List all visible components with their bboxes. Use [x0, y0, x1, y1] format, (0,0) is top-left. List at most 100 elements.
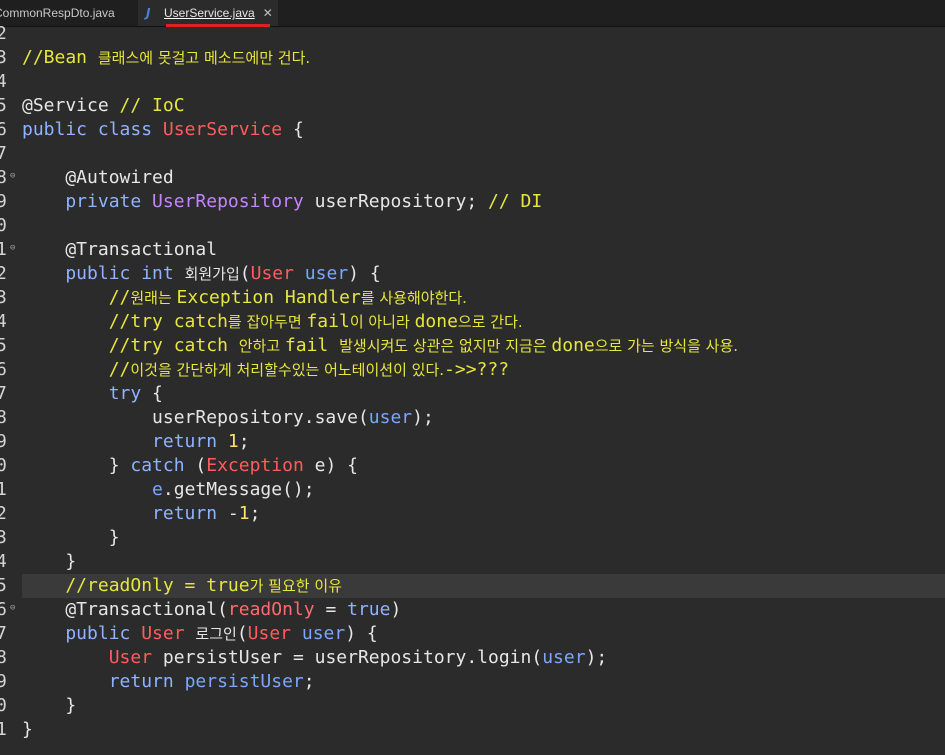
- code-token: }: [22, 551, 77, 572]
- code-text: @Autowired: [22, 166, 174, 190]
- line-number: 5: [0, 95, 7, 116]
- line-number: 9: [0, 671, 7, 692]
- code-line: 6 //이것을 간단하게 처리할수있는 어노테이션이 있다.->>???: [0, 358, 945, 382]
- line-number: 8: [0, 407, 7, 428]
- fold-toggle-icon[interactable]: ⊖: [10, 244, 18, 253]
- code-token: 가 필요한 이유: [249, 577, 342, 595]
- code-token: 를 사용해야한다.: [360, 289, 467, 307]
- code-token: // IoC: [119, 95, 185, 116]
- code-line: 4 }: [0, 550, 945, 574]
- code-line: 3 //Bean 클래스에 못걸고 메소드에만 건다.: [0, 46, 945, 70]
- line-number: 9: [0, 191, 7, 212]
- code-line: 6 public class UserService {: [0, 118, 945, 142]
- line-number: 4: [0, 311, 7, 332]
- code-token: return: [22, 671, 185, 692]
- code-token: //try catch: [22, 311, 228, 332]
- line-number: 3: [0, 287, 7, 308]
- code-token: );: [585, 647, 608, 668]
- code-token: Exception: [206, 455, 304, 476]
- tab-label: UserService.java: [164, 6, 255, 20]
- line-number: 6: [0, 599, 7, 620]
- code-token: 이것을 간단하게 처리할수있는 어노테이션이 있다.: [130, 361, 445, 379]
- code-token: @Transactional: [22, 239, 218, 260]
- code-token: //: [22, 359, 131, 380]
- code-text: public int 회원가입(User user) {: [22, 262, 381, 286]
- code-text: @Transactional(readOnly = true): [22, 598, 401, 622]
- line-number: 4: [0, 551, 7, 572]
- code-token: User: [250, 263, 294, 284]
- code-text: }: [22, 694, 76, 718]
- code-line: 2: [0, 22, 945, 46]
- code-line: 0: [0, 214, 945, 238]
- code-text: try {: [22, 382, 163, 406]
- code-token: // DI: [488, 191, 543, 212]
- code-text: User persistUser = userRepository.login(…: [22, 646, 608, 670]
- code-line: 8 ⊖ @Autowired: [0, 166, 945, 190]
- editor-window: CommonRespDto.java J UserService.java ✕ …: [0, 0, 945, 755]
- code-line: 5 //readOnly = true가 필요한 이유: [0, 574, 945, 598]
- code-token: //try catch: [22, 335, 239, 356]
- fold-toggle-icon[interactable]: ⊖: [10, 604, 18, 613]
- code-text: return -1;: [22, 502, 260, 526]
- code-token: public int: [22, 263, 185, 284]
- code-token: -: [227, 503, 239, 524]
- fold-toggle-icon[interactable]: ⊖: [10, 172, 18, 181]
- line-number: 3: [0, 527, 7, 548]
- code-text: @Transactional: [22, 238, 217, 262]
- code-line: 4 //try catch를 잡아두면 fail이 아니라 done으로 간다.: [0, 310, 945, 334]
- line-number: 2: [0, 503, 7, 524]
- code-token: persistUser: [184, 671, 304, 692]
- code-token: fail: [284, 335, 340, 356]
- code-token: user: [542, 647, 586, 668]
- line-number: 7: [0, 143, 7, 164]
- code-token: 1: [238, 503, 250, 524]
- code-token: user: [368, 407, 413, 428]
- code-token: @Service: [22, 95, 120, 116]
- code-token: private: [22, 191, 153, 212]
- code-line: 1 e.getMessage();: [0, 478, 945, 502]
- code-token: e: [152, 479, 163, 500]
- code-token: user: [291, 623, 346, 644]
- code-token: }: [22, 719, 33, 740]
- close-icon[interactable]: ✕: [263, 7, 273, 19]
- code-text: public class UserService {: [22, 118, 304, 142]
- code-token: 원래는: [130, 289, 177, 307]
- code-token: //readOnly = true: [22, 575, 250, 596]
- code-token: 으로 가는 방식을 사용.: [594, 337, 739, 355]
- code-text: @Service // IoC: [22, 94, 185, 118]
- code-line: 5 @Service // IoC: [0, 94, 945, 118]
- code-text: return 1;: [22, 430, 250, 454]
- code-token: ): [390, 599, 402, 620]
- code-token: UserService: [162, 119, 283, 140]
- code-token: User: [141, 623, 185, 644]
- code-token: user: [293, 263, 349, 284]
- code-token: (: [184, 455, 207, 476]
- code-text: userRepository.save(user);: [22, 406, 434, 430]
- code-token: 1: [227, 431, 239, 452]
- code-token: userRepository;: [303, 191, 488, 212]
- line-number: 2: [0, 23, 7, 44]
- line-number: 1: [0, 239, 7, 260]
- line-number: 2: [0, 263, 7, 284]
- code-token: ->>???: [444, 359, 510, 380]
- code-text: return persistUser;: [22, 670, 315, 694]
- line-number: 8: [0, 167, 7, 188]
- code-token: readOnly: [227, 599, 315, 620]
- code-token: );: [412, 407, 434, 428]
- code-token: User: [108, 647, 153, 668]
- code-token: public class: [22, 119, 163, 140]
- line-number: 5: [0, 335, 7, 356]
- line-number: 6: [0, 359, 7, 380]
- line-number: 1: [0, 479, 7, 500]
- code-token: e) {: [303, 455, 358, 476]
- code-token: ;: [249, 503, 261, 524]
- line-number: 0: [0, 455, 7, 476]
- code-line: 3 }: [0, 526, 945, 550]
- code-token: //Bean: [22, 47, 98, 68]
- code-token: {: [282, 119, 304, 140]
- code-token: ) {: [348, 263, 381, 284]
- code-token: @Autowired: [22, 167, 174, 188]
- code-editor[interactable]: 2 3 //Bean 클래스에 못걸고 메소드에만 건다. 4 5 @Service //…: [0, 22, 945, 755]
